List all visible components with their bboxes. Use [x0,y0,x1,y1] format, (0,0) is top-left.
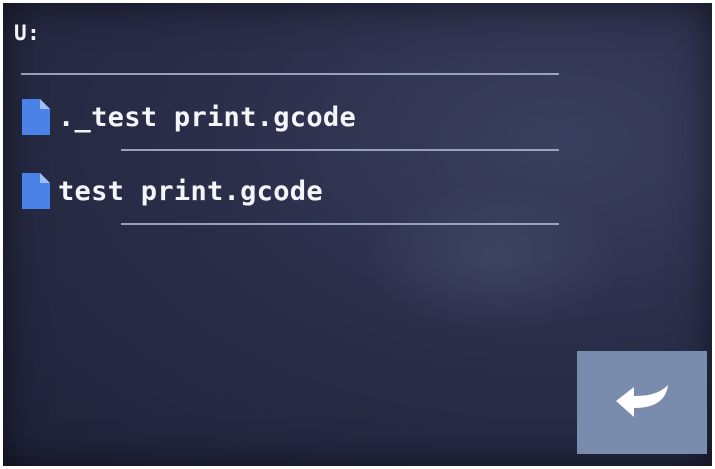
file-list-item[interactable]: test print.gcode [18,161,563,221]
current-path-label: U: [14,21,41,45]
file-icon [18,171,58,211]
file-icon [18,97,58,137]
file-list-item[interactable]: ._test print.gcode [18,87,563,147]
header-divider [21,73,559,75]
row-divider [121,223,559,225]
file-name: test print.gcode [58,175,323,207]
touch-screen: U: ._test print.gcode test print.gcode [3,3,712,466]
return-arrow-icon [610,381,674,425]
file-name: ._test print.gcode [58,101,356,133]
back-button[interactable] [577,351,707,454]
device-bezel: U: ._test print.gcode test print.gcode [0,0,715,469]
row-divider [121,149,559,151]
